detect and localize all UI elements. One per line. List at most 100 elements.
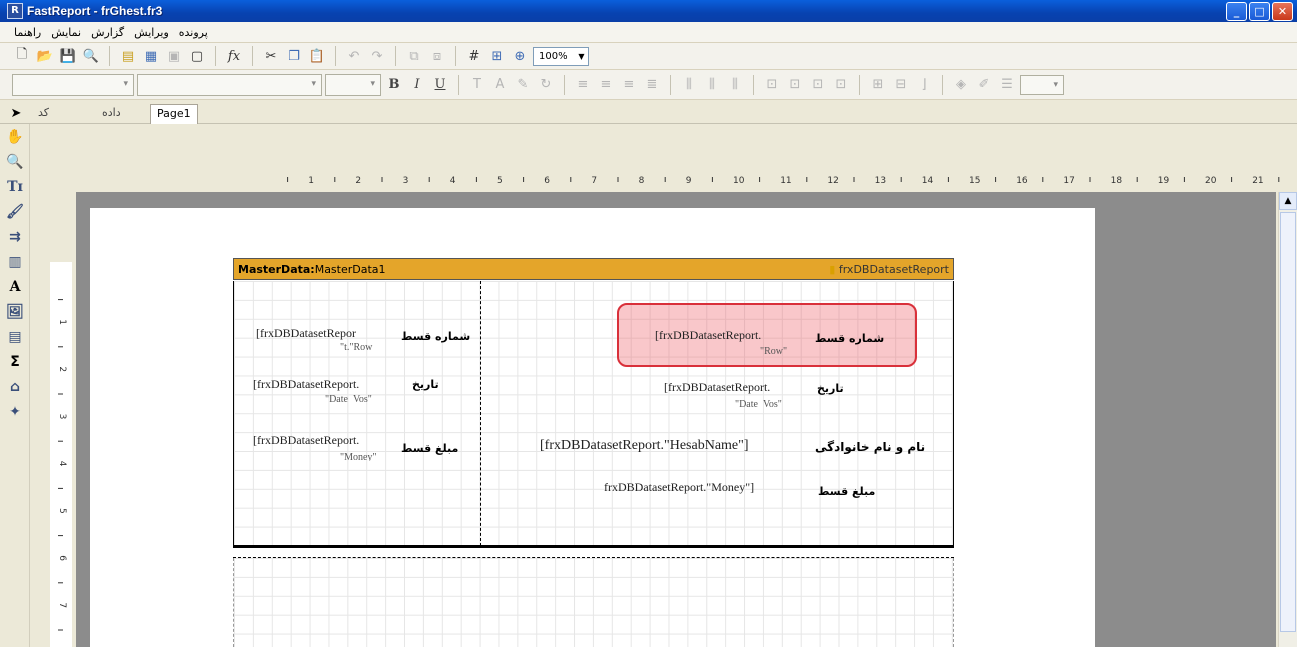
format-painter-icon[interactable]: 🖌	[2, 201, 28, 223]
minimize-button[interactable]: _	[1226, 2, 1247, 21]
sum-icon[interactable]: Σ	[2, 351, 28, 373]
save-icon[interactable]: 💾	[58, 46, 78, 66]
function-icon[interactable]: fx	[224, 46, 244, 66]
new-dialog-icon[interactable]: ▦	[141, 46, 161, 66]
label-amount-left[interactable]: مبلغ قسط	[401, 442, 458, 455]
menu-help[interactable]: راهنما	[12, 26, 43, 39]
memo-money-right[interactable]: frxDBDatasetReport."Money"]	[604, 480, 814, 494]
menu-view[interactable]: نمایش	[49, 26, 83, 39]
menu-file[interactable]: پرونده	[177, 26, 210, 39]
fit-to-grid-icon[interactable]: ⊕	[510, 46, 530, 66]
bold-button[interactable]: B	[384, 75, 404, 95]
database-icon: ▮	[829, 262, 836, 276]
memo-row-right-sub: "Row"	[760, 346, 788, 355]
font-size-combo[interactable]	[325, 73, 381, 96]
hand-tool-icon[interactable]: ✋	[2, 126, 28, 148]
frame-bottom-icon[interactable]: ⊡	[785, 75, 805, 95]
highlight-icon[interactable]: ✎	[513, 75, 533, 95]
picture-object-icon[interactable]: 🖼	[2, 301, 28, 323]
rotate-text-icon[interactable]: ↻	[536, 75, 556, 95]
memo-money-left[interactable]: [frxDBDatasetReport.	[253, 433, 393, 447]
text-object-icon[interactable]: A	[2, 276, 28, 298]
frame-style-icon[interactable]: ☰	[997, 75, 1017, 95]
scroll-thumb[interactable]	[1280, 212, 1296, 632]
new-page-icon[interactable]: ▤	[118, 46, 138, 66]
underline-button[interactable]: U	[430, 75, 450, 95]
redo-icon[interactable]: ↷	[367, 46, 387, 66]
font-settings-icon[interactable]: T	[467, 75, 487, 95]
align-left-icon[interactable]: ≡	[573, 75, 593, 95]
label-amount-right[interactable]: مبلغ قسط	[818, 485, 875, 498]
tab-data[interactable]: داده	[96, 104, 127, 124]
maximize-button[interactable]: □	[1249, 2, 1270, 21]
standard-toolbar: 🗋 📂 💾 🔍 ▤ ▦ ▣ ▢ fx ✂ ❐ 📋 ↶ ↷ ⧉ ⧈ # ⊞ ⊕ 1…	[0, 43, 1297, 70]
align-top-icon[interactable]: ⫼	[679, 75, 699, 95]
font-name-combo[interactable]	[137, 73, 322, 96]
frame-width-combo[interactable]	[1020, 74, 1064, 95]
pointer-icon[interactable]: ➤	[6, 103, 26, 123]
open-folder-icon[interactable]: 📂	[35, 46, 55, 66]
bank-icon[interactable]: ⌂	[2, 376, 28, 398]
database-icon[interactable]: ▥	[2, 251, 28, 273]
align-bottom-icon[interactable]: ⫼	[725, 75, 745, 95]
frame-shadow-icon[interactable]: ⌋	[914, 75, 934, 95]
align-middle-icon[interactable]: ⫼	[702, 75, 722, 95]
text-tool-icon[interactable]: Tɪ	[2, 176, 28, 198]
frame-left-icon[interactable]: ⊡	[808, 75, 828, 95]
new-file-icon[interactable]: 🗋	[12, 46, 32, 66]
menu-edit[interactable]: ویرایش	[132, 26, 171, 39]
align-right-icon[interactable]: ≡	[619, 75, 639, 95]
memo-row-left[interactable]: [frxDBDatasetRepor	[256, 326, 396, 340]
italic-button[interactable]: I	[407, 75, 427, 95]
align-to-grid-icon[interactable]: ⊞	[487, 46, 507, 66]
copy-icon[interactable]: ❐	[284, 46, 304, 66]
show-grid-icon[interactable]: #	[464, 46, 484, 66]
ruler-label: 6	[57, 555, 67, 561]
close-button[interactable]: ✕	[1272, 2, 1293, 21]
zoom-select[interactable]: 100% ▼	[533, 46, 589, 66]
vertical-scrollbar[interactable]: ▲	[1278, 192, 1297, 647]
ruler-label: 7	[57, 602, 67, 608]
ruler-label: 3	[57, 414, 67, 420]
zoom-tool-icon[interactable]: 🔍	[2, 151, 28, 173]
memo-hesab-name[interactable]: [frxDBDatasetReport."HesabName"]	[540, 438, 810, 454]
font-color-icon[interactable]: A	[490, 75, 510, 95]
undo-icon[interactable]: ↶	[344, 46, 364, 66]
subreport-icon[interactable]: ▤	[2, 326, 28, 348]
memo-date-right[interactable]: [frxDBDatasetReport.	[664, 380, 814, 394]
fill-color-icon[interactable]: ◈	[951, 75, 971, 95]
label-full-name[interactable]: نام و نام خانوادگی	[815, 440, 925, 454]
align-center-icon[interactable]: ≡	[596, 75, 616, 95]
ungroup-icon[interactable]: ⧈	[427, 46, 447, 66]
frame-all-icon[interactable]: ⊞	[868, 75, 888, 95]
page-settings-icon[interactable]: ▢	[187, 46, 207, 66]
frame-top-icon[interactable]: ⊡	[762, 75, 782, 95]
preview-icon[interactable]: 🔍	[81, 46, 101, 66]
frame-none-icon[interactable]: ⊟	[891, 75, 911, 95]
frame-color-icon[interactable]: ✐	[974, 75, 994, 95]
cut-icon[interactable]: ✂	[261, 46, 281, 66]
label-installment-number-right[interactable]: شماره قسط	[815, 332, 884, 345]
separator	[215, 46, 216, 66]
insert-band-icon[interactable]: ⇉	[2, 226, 28, 248]
extra-objects-icon[interactable]: ✦	[2, 401, 28, 423]
label-date-left[interactable]: تاریخ	[412, 378, 439, 391]
menu-report[interactable]: گزارش	[89, 26, 126, 39]
tab-code[interactable]: کد	[32, 104, 55, 124]
style-combo[interactable]	[12, 73, 134, 96]
tab-page1[interactable]: Page1	[150, 104, 198, 124]
memo-row-right[interactable]: [frxDBDatasetReport.	[655, 328, 805, 342]
delete-page-icon[interactable]: ▣	[164, 46, 184, 66]
group-icon[interactable]: ⧉	[404, 46, 424, 66]
scroll-up-icon[interactable]: ▲	[1279, 192, 1297, 210]
label-installment-number-left[interactable]: شماره قسط	[401, 330, 470, 343]
separator	[564, 74, 565, 95]
align-justify-icon[interactable]: ≣	[642, 75, 662, 95]
title-bar: R FastReport - frGhest.fr3 _ □ ✕	[0, 0, 1297, 22]
paste-icon[interactable]: 📋	[307, 46, 327, 66]
label-date-right[interactable]: تاریخ	[817, 382, 844, 395]
ruler-label: 14	[922, 176, 934, 186]
memo-date-left[interactable]: [frxDBDatasetReport.	[253, 377, 393, 391]
masterdata-band-header[interactable]: MasterData: MasterData1 ▮ frxDBDatasetRe…	[233, 258, 954, 280]
frame-right-icon[interactable]: ⊡	[831, 75, 851, 95]
